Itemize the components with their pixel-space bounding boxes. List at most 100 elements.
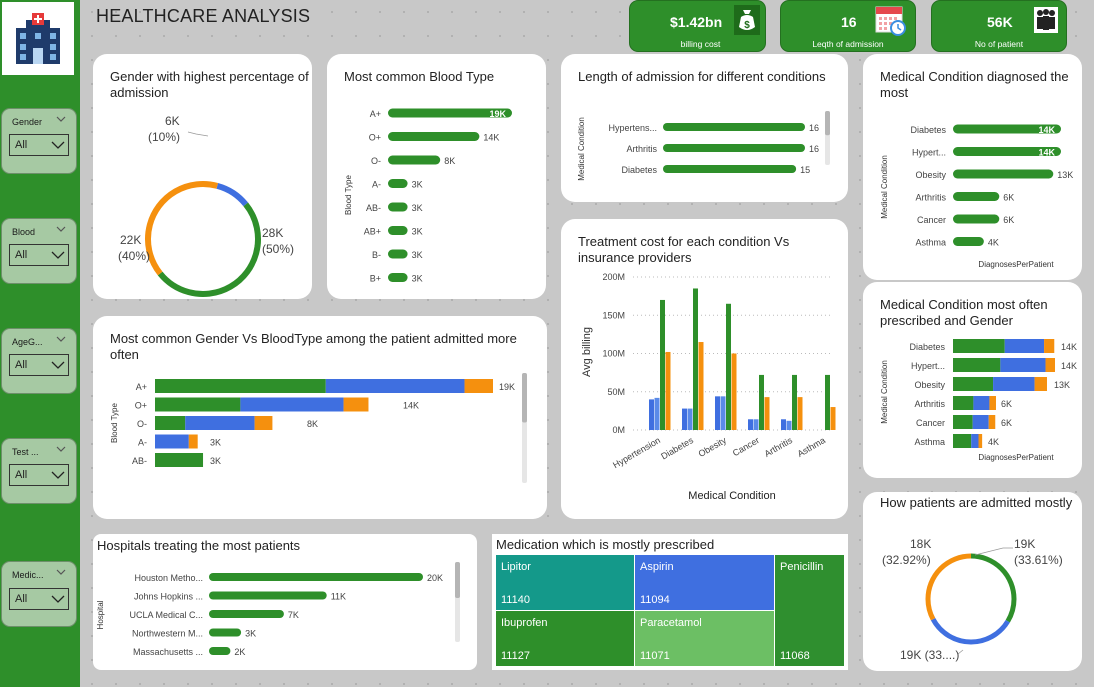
axis-label: Blood Type <box>344 175 353 215</box>
data-label: 8K <box>444 156 455 166</box>
data-label: (33.61%) <box>1014 553 1063 567</box>
data-label: 14K <box>1061 361 1077 371</box>
slicer-dropdown[interactable]: All <box>9 588 69 610</box>
category-label: Obesity <box>697 435 729 459</box>
bar-segment <box>343 397 369 412</box>
leader-line <box>187 131 209 137</box>
chevron-down-icon[interactable] <box>56 444 66 454</box>
bar-segment <box>953 377 994 391</box>
category-label: Asthma <box>915 238 946 248</box>
category-label: Diabetes <box>910 125 946 135</box>
length-of-admission-bar-chart: Hypertens... 16 Arthritis 16 Diabetes 15 Medic… <box>577 111 830 181</box>
people-icon <box>1034 7 1058 33</box>
slicer-label: Blood <box>12 227 36 237</box>
category-label: A+ <box>370 109 381 119</box>
slicer-dropdown[interactable]: All <box>9 464 69 486</box>
column <box>693 288 698 430</box>
slicer-test[interactable]: Test ... All <box>1 438 77 504</box>
bar-segment <box>155 379 326 393</box>
treemap-cell[interactable]: Penicillin 11068 <box>775 555 844 666</box>
treemap-cell[interactable]: Ibuprofen 11127 <box>496 611 634 666</box>
card-condition-prescribed-gender: Medical Condition most often prescribed … <box>863 282 1082 478</box>
slicer-medication[interactable]: Medic... All <box>1 561 77 627</box>
bar <box>388 249 408 259</box>
data-label: 6K <box>1001 399 1012 409</box>
slicer-dropdown[interactable]: All <box>9 244 69 266</box>
donut-slice <box>145 181 261 297</box>
slicer-label: AgeG... <box>12 337 43 347</box>
card-gender-admission: Gender with highest percentage of admiss… <box>93 54 312 299</box>
treemap-cell[interactable]: Aspirin 11094 <box>635 555 774 610</box>
bar <box>663 165 797 173</box>
bar <box>209 647 231 655</box>
bar-segment <box>972 415 989 429</box>
scrollbar-thumb <box>455 562 460 598</box>
data-label: 3K <box>412 227 423 237</box>
chevron-down-icon[interactable] <box>56 567 66 577</box>
data-label: 6K <box>165 114 180 128</box>
chevron-down-icon[interactable] <box>56 224 66 234</box>
bar-segment <box>978 434 983 448</box>
axis-label: DiagnosesPerPatient <box>978 453 1054 462</box>
data-label: 4K <box>988 238 999 248</box>
slicer-label: Gender <box>12 117 43 127</box>
slicer-dropdown[interactable]: All <box>9 134 69 156</box>
bar-segment <box>464 379 493 393</box>
data-label: 7K <box>288 610 299 620</box>
chevron-down-icon[interactable] <box>56 334 66 344</box>
category-label: Hypert... <box>911 361 945 371</box>
bar-segment <box>953 396 974 410</box>
treemap-cell[interactable]: Lipitor 11140 <box>496 555 634 610</box>
category-label: Northwestern M... <box>132 629 203 639</box>
column <box>687 408 693 430</box>
treemap-value: 11068 <box>780 650 810 662</box>
bar-segment <box>155 434 189 449</box>
bar <box>209 610 284 618</box>
chevron-down-icon[interactable] <box>56 114 66 124</box>
category-label: O+ <box>135 401 147 411</box>
column <box>715 396 720 430</box>
slicer-blood[interactable]: Blood All <box>1 218 77 284</box>
treemap-cell[interactable]: Paracetamol 11071 <box>635 611 774 666</box>
slicer-dropdown[interactable]: All <box>9 354 69 376</box>
slicer-age-group[interactable]: AgeG... All <box>1 328 77 394</box>
slicer-value: All <box>15 469 28 481</box>
column <box>830 407 836 430</box>
bar-segment <box>953 339 1005 353</box>
card-medication: Medication which is mostly prescribed Li… <box>492 534 848 670</box>
bar <box>388 273 408 282</box>
hospital-logo <box>2 2 74 75</box>
category-label: A+ <box>136 382 147 392</box>
slicer-gender[interactable]: Gender All <box>1 108 77 174</box>
data-label: 16 <box>809 123 819 133</box>
bar <box>953 237 984 246</box>
condition-diagnosed-bar-chart: Diabetes 14K Hypert... 14K Obesity 13K Arthrit… <box>880 124 1073 269</box>
data-label: 6K <box>1003 193 1014 203</box>
treemap-value: 11127 <box>501 650 530 662</box>
kpi-value: $1.42bn <box>670 14 723 30</box>
donut-slice <box>145 181 261 297</box>
data-label: 16 <box>809 144 819 154</box>
treemap-label: Ibuprofen <box>501 617 548 629</box>
column <box>825 374 830 430</box>
card-length-of-admission: Length of admission for different condit… <box>561 54 848 202</box>
gender-donut-chart: 6K (10%) 28K (50%) 22K (40%) <box>118 114 294 297</box>
donut-slice <box>145 181 261 297</box>
data-label: 13K <box>1057 170 1073 180</box>
treemap-label: Penicillin <box>780 561 824 573</box>
column <box>654 397 660 430</box>
data-label: (32.92%) <box>882 553 931 567</box>
category-label: Diabetes <box>909 342 945 352</box>
category-label: AB- <box>366 203 381 213</box>
data-label: 19K (33....) <box>900 648 959 662</box>
category-label: Hypertens... <box>608 123 657 133</box>
category-label: Arthritis <box>915 193 946 203</box>
bar <box>209 628 242 637</box>
axis-label: Avg billing <box>581 327 593 377</box>
data-label: 13K <box>1054 380 1070 390</box>
column <box>731 353 737 430</box>
data-label: 28K <box>262 226 283 240</box>
kpi-caption: Leqth of admission <box>812 39 884 49</box>
category-label: Asthma <box>914 437 945 447</box>
bar <box>953 169 1054 179</box>
